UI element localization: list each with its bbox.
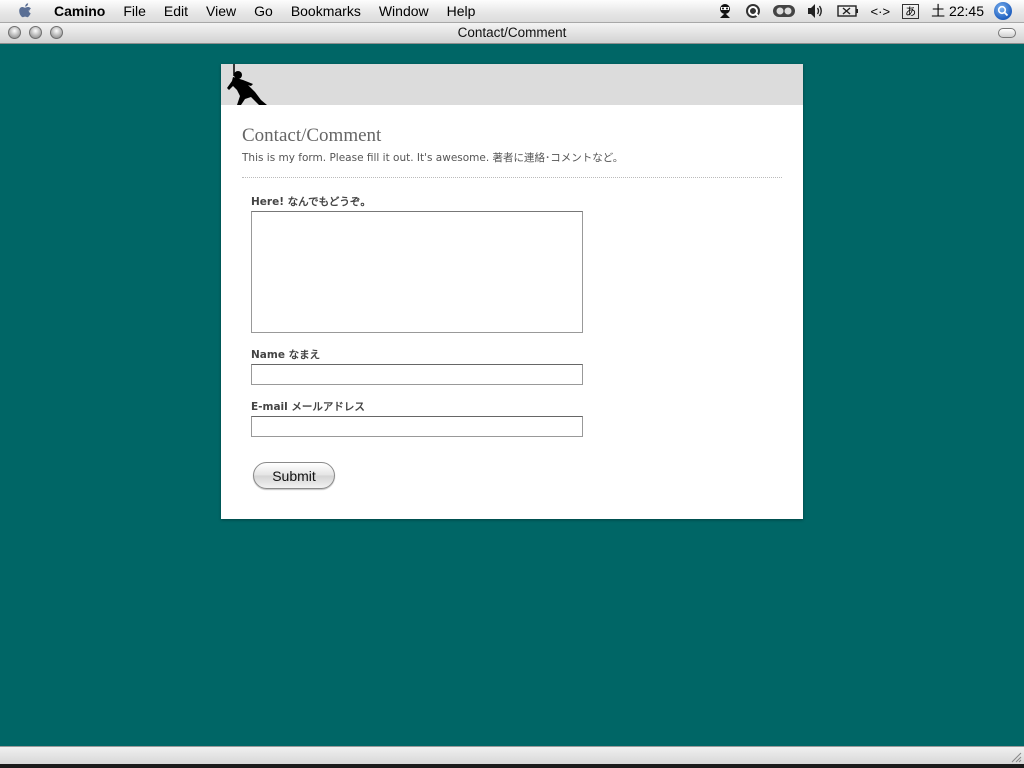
window-title: Contact/Comment bbox=[457, 25, 567, 40]
name-label: Name なまえ bbox=[251, 349, 321, 361]
spotlight-icon[interactable] bbox=[994, 2, 1012, 20]
message-label: Here! なんでもどうぞ。 bbox=[251, 196, 371, 208]
menu-app-name[interactable]: Camino bbox=[54, 3, 105, 19]
menu-bar: Camino File Edit View Go Bookmarks Windo… bbox=[0, 0, 1024, 23]
toolbar-toggle-button[interactable] bbox=[998, 28, 1016, 38]
input-method-icon[interactable]: あ bbox=[902, 0, 920, 22]
submit-button[interactable]: Submit bbox=[253, 462, 335, 489]
quicksilver-icon[interactable] bbox=[745, 0, 761, 22]
volume-icon[interactable] bbox=[807, 0, 825, 22]
menu-window[interactable]: Window bbox=[379, 3, 429, 19]
menu-clock[interactable]: 土 22:45 bbox=[931, 1, 984, 21]
ninja-logo-icon bbox=[227, 64, 267, 105]
window-titlebar[interactable]: Contact/Comment bbox=[0, 23, 1024, 44]
battery-icon[interactable] bbox=[836, 0, 859, 22]
resize-grip-icon[interactable] bbox=[1011, 752, 1022, 763]
script-icon[interactable]: <·> bbox=[871, 0, 891, 22]
menu-bookmarks[interactable]: Bookmarks bbox=[291, 3, 361, 19]
menu-edit[interactable]: Edit bbox=[164, 3, 188, 19]
audio-cd-icon[interactable] bbox=[772, 0, 795, 22]
divider bbox=[242, 177, 782, 178]
message-textarea[interactable] bbox=[251, 211, 583, 333]
name-input[interactable] bbox=[251, 364, 583, 385]
page-container: Contact/Comment This is my form. Please … bbox=[221, 64, 803, 519]
menu-view[interactable]: View bbox=[206, 3, 236, 19]
menu-help[interactable]: Help bbox=[447, 3, 476, 19]
page-body: Contact/Comment This is my form. Please … bbox=[221, 105, 803, 489]
page-header-banner bbox=[221, 64, 803, 105]
browser-content: Contact/Comment This is my form. Please … bbox=[0, 44, 1024, 746]
apple-menu-icon[interactable] bbox=[18, 2, 36, 20]
status-bar bbox=[0, 746, 1024, 765]
page-title: Contact/Comment bbox=[242, 125, 382, 146]
ninja-status-icon[interactable] bbox=[717, 0, 733, 22]
page-subtitle: This is my form. Please fill it out. It'… bbox=[242, 152, 624, 164]
contact-form: Here! なんでもどうぞ。 Name なまえ E-mail メールアドレス S… bbox=[242, 196, 782, 489]
menu-extras: <·> あ 土 22:45 bbox=[711, 0, 1024, 22]
input-method-label: あ bbox=[902, 3, 920, 19]
email-label: E-mail メールアドレス bbox=[251, 401, 365, 413]
email-input[interactable] bbox=[251, 416, 583, 437]
menu-go[interactable]: Go bbox=[254, 3, 273, 19]
menu-file[interactable]: File bbox=[123, 3, 146, 19]
window-bottom-edge bbox=[0, 764, 1024, 768]
